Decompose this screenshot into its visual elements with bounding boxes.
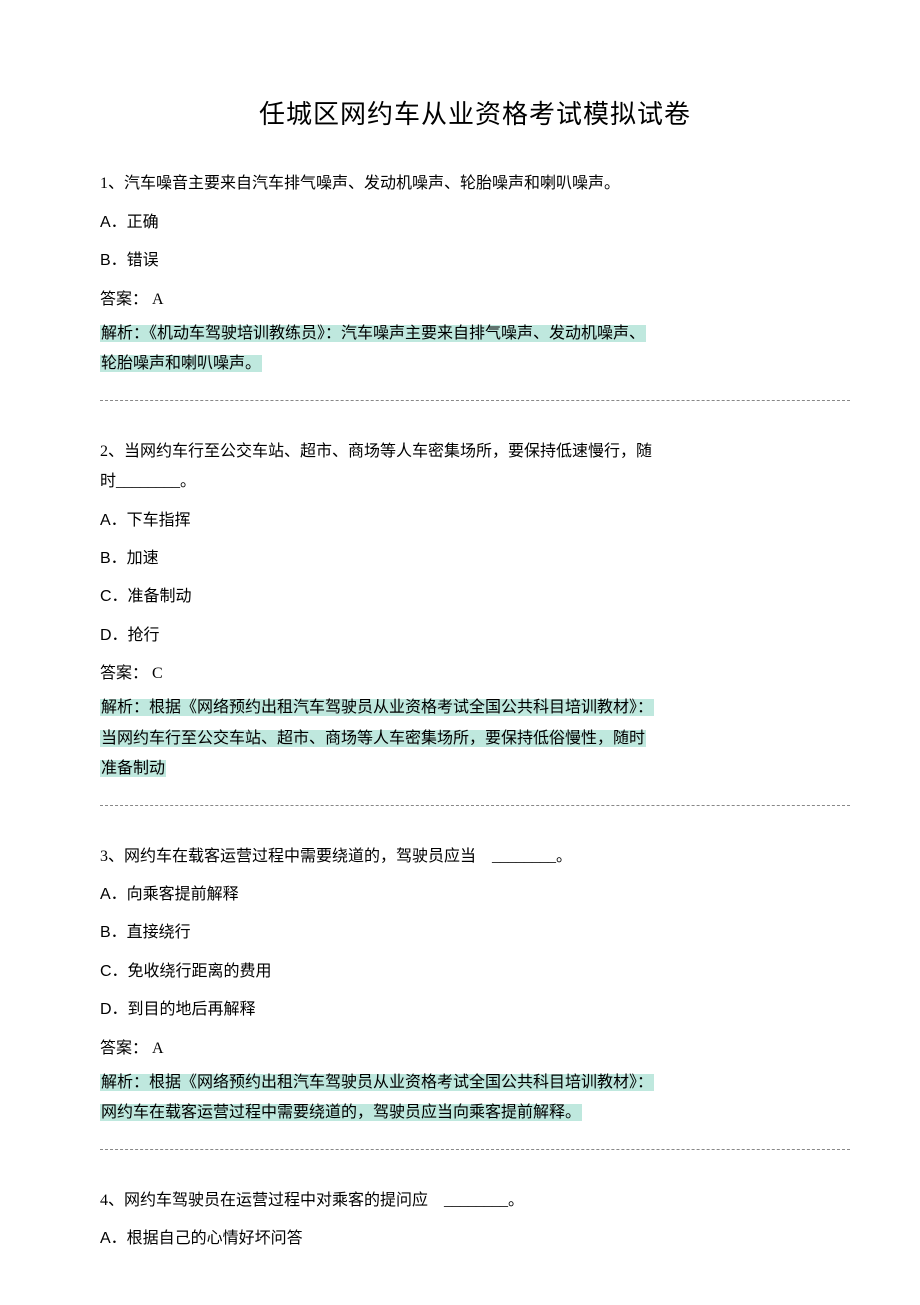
explanation-line-2: 轮胎噪声和喇叭噪声。 [100, 355, 262, 372]
explanation-line-1: 解析：《机动车驾驶培训教练员》：汽车噪声主要来自排气噪声、发动机噪声、 [100, 325, 646, 342]
page-title: 任城区网约车从业资格考试模拟试卷 [100, 90, 850, 139]
option-a: A．正确 [100, 208, 850, 238]
question-1: 1、汽车噪音主要来自汽车排气噪声、发动机噪声、轮胎噪声和喇叭噪声。 A．正确 B… [100, 169, 850, 379]
option-a: A．下车指挥 [100, 506, 850, 536]
option-d: D．抢行 [100, 621, 850, 651]
divider [100, 1149, 850, 1150]
option-b: B．加速 [100, 544, 850, 574]
question-4: 4、网约车驾驶员在运营过程中对乘客的提问应 ________。 A．根据自己的心… [100, 1186, 850, 1255]
answer: 答案： C [100, 659, 850, 689]
question-3: 3、网约车在载客运营过程中需要绕道的，驾驶员应当 ________。 A．向乘客… [100, 842, 850, 1129]
option-b: B．直接绕行 [100, 918, 850, 948]
option-c: C．免收绕行距离的费用 [100, 957, 850, 987]
option-a: A．根据自己的心情好坏问答 [100, 1224, 850, 1254]
question-text-line-2: 时________。 [100, 473, 196, 490]
explanation-line-1: 解析：根据《网络预约出租汽车驾驶员从业资格考试全国公共科目培训教材》： [100, 1074, 654, 1091]
answer: 答案： A [100, 285, 850, 315]
option-d: D．到目的地后再解释 [100, 995, 850, 1025]
explanation-line-2: 当网约车行至公交车站、超市、商场等人车密集场所，要保持低俗慢性，随时 [100, 730, 646, 747]
question-text: 1、汽车噪音主要来自汽车排气噪声、发动机噪声、轮胎噪声和喇叭噪声。 [100, 169, 850, 199]
divider [100, 400, 850, 401]
option-a: A．向乘客提前解释 [100, 880, 850, 910]
explanation: 解析：根据《网络预约出租汽车驾驶员从业资格考试全国公共科目培训教材》： 网约车在… [100, 1068, 850, 1129]
question-text: 2、当网约车行至公交车站、超市、商场等人车密集场所，要保持低速慢行，随 时___… [100, 437, 850, 498]
question-text-line-1: 2、当网约车行至公交车站、超市、商场等人车密集场所，要保持低速慢行，随 [100, 443, 652, 460]
answer: 答案： A [100, 1034, 850, 1064]
explanation-line-3: 准备制动 [100, 760, 166, 777]
option-c: C．准备制动 [100, 582, 850, 612]
question-2: 2、当网约车行至公交车站、超市、商场等人车密集场所，要保持低速慢行，随 时___… [100, 437, 850, 785]
question-text: 3、网约车在载客运营过程中需要绕道的，驾驶员应当 ________。 [100, 842, 850, 872]
option-b: B．错误 [100, 246, 850, 276]
explanation-line-2: 网约车在载客运营过程中需要绕道的，驾驶员应当向乘客提前解释。 [100, 1104, 582, 1121]
explanation: 解析：《机动车驾驶培训教练员》：汽车噪声主要来自排气噪声、发动机噪声、 轮胎噪声… [100, 319, 850, 380]
explanation-line-1: 解析：根据《网络预约出租汽车驾驶员从业资格考试全国公共科目培训教材》： [100, 699, 654, 716]
explanation: 解析：根据《网络预约出租汽车驾驶员从业资格考试全国公共科目培训教材》： 当网约车… [100, 693, 850, 784]
question-text: 4、网约车驾驶员在运营过程中对乘客的提问应 ________。 [100, 1186, 850, 1216]
divider [100, 805, 850, 806]
